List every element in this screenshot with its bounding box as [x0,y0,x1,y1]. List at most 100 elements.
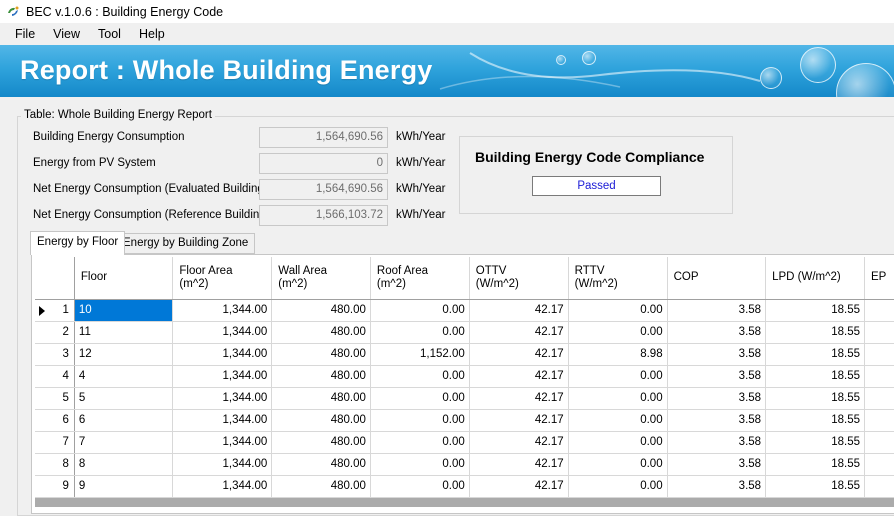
building-energy-field[interactable]: 1,564,690.56 [259,127,388,148]
table-cell[interactable]: 480.00 [271,387,371,410]
table-cell[interactable]: 42.17 [469,343,569,366]
table-cell[interactable]: 0.00 [568,365,668,388]
table-cell[interactable] [864,453,894,476]
table-cell[interactable]: 3.58 [667,431,767,454]
menu-tool[interactable]: Tool [91,27,128,41]
table-cell[interactable]: 0.00 [568,475,668,498]
table-row[interactable]: 9 9 1,344.00 480.00 0.00 42.17 0.00 3.58 18.55 [35,475,894,498]
table-cell[interactable] [864,365,894,388]
table-cell[interactable]: 18.55 [765,299,865,322]
table-cell[interactable]: 0.00 [370,409,470,432]
table-cell[interactable]: 6 [74,409,174,432]
table-cell[interactable]: 11 [74,321,174,344]
table-cell[interactable]: 480.00 [271,453,371,476]
table-cell[interactable] [864,387,894,410]
grid-corner-header[interactable] [35,257,75,300]
table-cell[interactable]: 18.55 [765,453,865,476]
row-header[interactable]: 9 [35,475,75,498]
table-cell[interactable]: 8.98 [568,343,668,366]
table-cell[interactable]: 3.58 [667,365,767,388]
column-header-floor-area[interactable]: Floor Area (m^2) [172,257,273,300]
table-cell[interactable]: 12 [74,343,174,366]
column-header-ep[interactable]: EP [864,257,894,300]
table-cell[interactable]: 0.00 [370,475,470,498]
table-cell[interactable] [864,431,894,454]
table-cell[interactable]: 0.00 [370,387,470,410]
table-cell[interactable] [864,475,894,498]
table-cell[interactable]: 42.17 [469,431,569,454]
table-cell[interactable]: 10 [74,299,174,322]
table-cell[interactable]: 9 [74,475,174,498]
row-header[interactable]: 8 [35,453,75,476]
table-cell[interactable]: 1,344.00 [172,409,273,432]
table-cell[interactable]: 42.17 [469,453,569,476]
table-cell[interactable]: 1,344.00 [172,365,273,388]
table-cell[interactable]: 3.58 [667,343,767,366]
table-cell[interactable]: 1,152.00 [370,343,470,366]
table-cell[interactable]: 18.55 [765,321,865,344]
column-header-cop[interactable]: COP [667,257,767,300]
menu-help[interactable]: Help [132,27,172,41]
table-cell[interactable]: 0.00 [370,431,470,454]
table-cell[interactable]: 1,344.00 [172,387,273,410]
table-row[interactable]: 5 5 1,344.00 480.00 0.00 42.17 0.00 3.58 18.55 [35,387,894,410]
table-cell[interactable] [864,299,894,322]
row-header[interactable]: 4 [35,365,75,388]
table-cell[interactable]: 42.17 [469,409,569,432]
table-cell[interactable]: 480.00 [271,409,371,432]
tab-energy-by-building-zone[interactable]: Energy by Building Zone [116,233,256,254]
table-cell[interactable]: 8 [74,453,174,476]
table-cell[interactable]: 42.17 [469,299,569,322]
table-cell[interactable]: 0.00 [568,409,668,432]
table-cell[interactable]: 480.00 [271,299,371,322]
row-header[interactable]: 1 [35,299,75,322]
column-header-wall-area[interactable]: Wall Area (m^2) [271,257,371,300]
table-cell[interactable]: 0.00 [568,453,668,476]
table-cell[interactable]: 42.17 [469,365,569,388]
table-row[interactable]: 7 7 1,344.00 480.00 0.00 42.17 0.00 3.58 18.55 [35,431,894,454]
table-cell[interactable]: 3.58 [667,409,767,432]
table-cell[interactable]: 42.17 [469,321,569,344]
table-row[interactable]: 1 10 1,344.00 480.00 0.00 42.17 0.00 3.58 18.55 [35,299,894,322]
table-cell[interactable]: 18.55 [765,431,865,454]
table-row[interactable]: 4 4 1,344.00 480.00 0.00 42.17 0.00 3.58 18.55 [35,365,894,388]
table-cell[interactable]: 0.00 [568,321,668,344]
table-cell[interactable]: 3.58 [667,299,767,322]
column-header-ottv[interactable]: OTTV (W/m^2) [469,257,569,300]
table-cell[interactable]: 3.58 [667,387,767,410]
column-header-lpd[interactable]: LPD (W/m^2) [765,257,865,300]
column-header-roof-area[interactable]: Roof Area (m^2) [370,257,470,300]
table-cell[interactable]: 42.17 [469,475,569,498]
table-cell[interactable]: 4 [74,365,174,388]
table-row[interactable]: 6 6 1,344.00 480.00 0.00 42.17 0.00 3.58 18.55 [35,409,894,432]
table-cell[interactable]: 0.00 [370,321,470,344]
table-cell[interactable]: 1,344.00 [172,343,273,366]
table-cell[interactable]: 18.55 [765,387,865,410]
table-cell[interactable]: 0.00 [370,453,470,476]
table-cell[interactable]: 1,344.00 [172,321,273,344]
table-cell[interactable]: 1,344.00 [172,475,273,498]
pv-energy-field[interactable]: 0 [259,153,388,174]
table-cell[interactable]: 5 [74,387,174,410]
tab-energy-by-floor[interactable]: Energy by Floor [30,231,126,255]
table-cell[interactable]: 0.00 [568,299,668,322]
row-header[interactable]: 7 [35,431,75,454]
menu-file[interactable]: File [8,27,42,41]
table-cell[interactable]: 480.00 [271,365,371,388]
table-cell[interactable]: 0.00 [370,365,470,388]
table-row[interactable]: 8 8 1,344.00 480.00 0.00 42.17 0.00 3.58 18.55 [35,453,894,476]
table-cell[interactable]: 0.00 [568,387,668,410]
column-header-rttv[interactable]: RTTV (W/m^2) [568,257,668,300]
table-cell[interactable]: 18.55 [765,475,865,498]
table-cell[interactable]: 480.00 [271,321,371,344]
table-cell[interactable]: 18.55 [765,343,865,366]
table-cell[interactable]: 7 [74,431,174,454]
table-cell[interactable]: 1,344.00 [172,299,273,322]
table-cell[interactable]: 3.58 [667,475,767,498]
net-reference-field[interactable]: 1,566,103.72 [259,205,388,226]
table-cell[interactable]: 3.58 [667,453,767,476]
row-header[interactable]: 2 [35,321,75,344]
table-cell[interactable] [864,409,894,432]
table-row[interactable]: 2 11 1,344.00 480.00 0.00 42.17 0.00 3.58 18.55 [35,321,894,344]
table-cell[interactable]: 0.00 [370,299,470,322]
